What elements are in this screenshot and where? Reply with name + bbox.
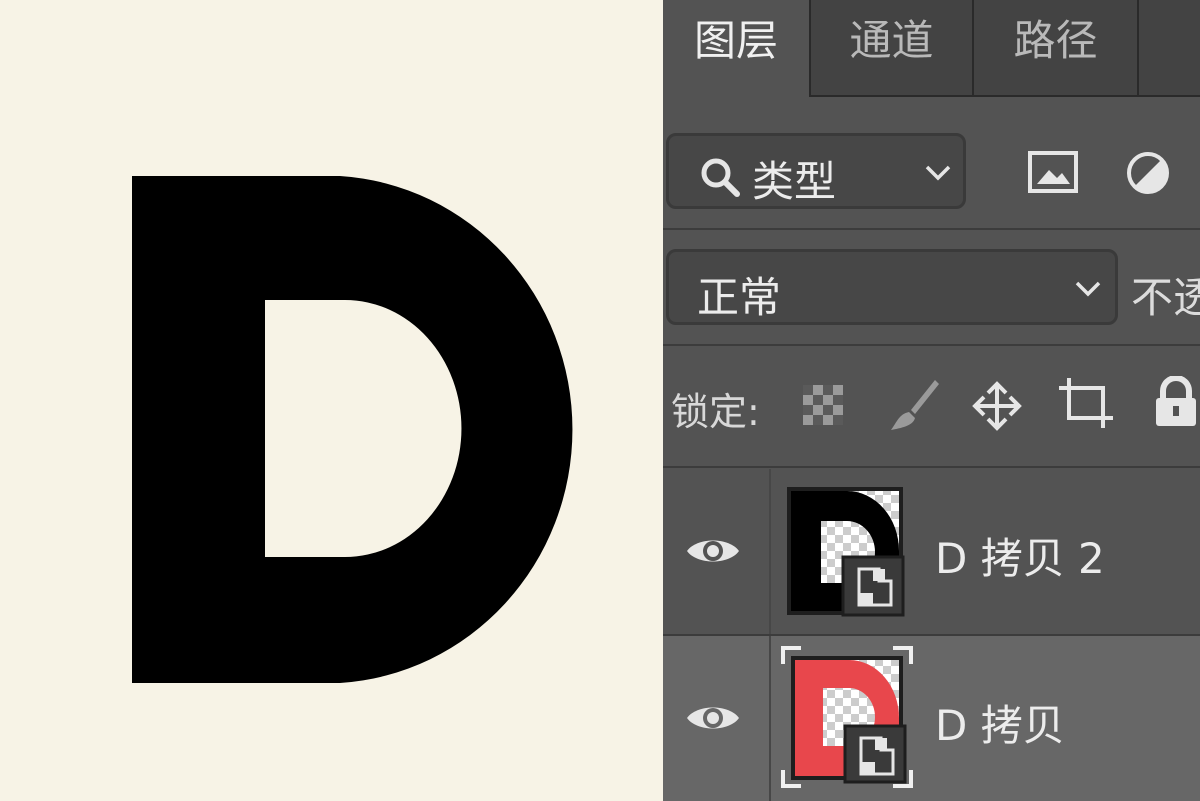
lock-label: 锁定:	[671, 390, 760, 434]
eye-icon[interactable]	[685, 700, 741, 736]
row-divider	[663, 466, 1200, 468]
panel-tab-bar: 图层 通道 路径	[663, 0, 1200, 97]
filter-type-label: 类型	[752, 157, 837, 206]
layer-row-selected[interactable]: D 拷贝	[663, 636, 1200, 801]
visibility-column[interactable]	[663, 636, 771, 801]
artboard-icon[interactable]	[1057, 378, 1115, 430]
blend-mode-select[interactable]: 正常	[666, 249, 1118, 325]
layer-name[interactable]: D 拷贝 2	[935, 525, 1105, 586]
lock-transparent-icon[interactable]	[801, 383, 845, 427]
chevron-down-icon	[1075, 281, 1101, 297]
tab-layers[interactable]: 图层	[663, 0, 811, 97]
letter-d-shape	[132, 176, 573, 683]
eye-icon[interactable]	[685, 533, 741, 569]
move-icon[interactable]	[969, 378, 1025, 434]
layer-thumbnail[interactable]	[779, 642, 915, 792]
layer-filter-select[interactable]: 类型	[666, 133, 966, 209]
search-icon	[701, 158, 740, 197]
chevron-down-icon	[925, 165, 951, 181]
image-filter-icon[interactable]	[1027, 150, 1079, 194]
brush-icon[interactable]	[885, 376, 941, 434]
layer-name[interactable]: D 拷贝	[935, 692, 1065, 753]
layers-panel: 图层 通道 路径 类型 正常 不透 锁定: D 拷贝 2 D 拷贝	[663, 0, 1200, 801]
blend-mode-value: 正常	[697, 273, 782, 322]
layer-thumbnail[interactable]	[787, 487, 907, 617]
row-divider	[663, 228, 1200, 230]
opacity-label: 不透	[1131, 273, 1200, 322]
adjustment-filter-icon[interactable]	[1125, 150, 1171, 196]
layer-row[interactable]: D 拷贝 2	[663, 469, 1200, 634]
tab-bar-divider	[811, 95, 1200, 97]
tab-overflow[interactable]	[1139, 0, 1200, 97]
row-divider	[663, 344, 1200, 346]
visibility-column[interactable]	[663, 469, 771, 634]
document-canvas[interactable]	[0, 0, 663, 801]
tab-paths[interactable]: 路径	[974, 0, 1139, 97]
lock-icon[interactable]	[1153, 376, 1199, 428]
tab-channels[interactable]: 通道	[811, 0, 974, 97]
